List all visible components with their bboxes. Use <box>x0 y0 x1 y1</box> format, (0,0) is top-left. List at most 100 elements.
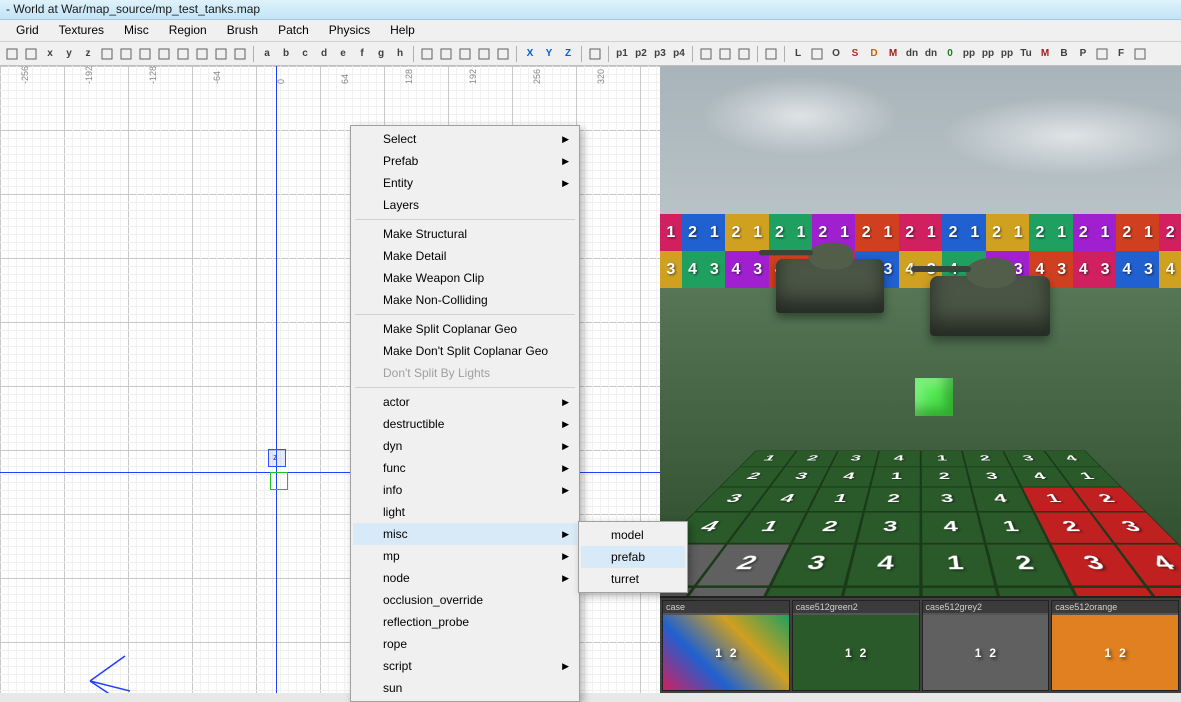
tool-cycle[interactable] <box>174 45 192 63</box>
tool-rot[interactable] <box>136 45 154 63</box>
ctx-make-structural[interactable]: Make Structural <box>353 223 577 245</box>
ctx-make-split-coplanar-geo[interactable]: Make Split Coplanar Geo <box>353 318 577 340</box>
tool-x[interactable]: x <box>41 45 59 63</box>
tool-0[interactable]: 0 <box>941 45 959 63</box>
tool-dn[interactable]: dn <box>903 45 921 63</box>
subctx-turret[interactable]: turret <box>581 568 685 590</box>
ctx-select[interactable]: Select▶ <box>353 128 577 150</box>
tool-e[interactable]: e <box>334 45 352 63</box>
ctx-make-detail[interactable]: Make Detail <box>353 245 577 267</box>
tool-brk[interactable] <box>808 45 826 63</box>
ctx-node[interactable]: node▶ <box>353 567 577 589</box>
ctx-occlusion-override[interactable]: occlusion_override <box>353 589 577 611</box>
tool-open[interactable] <box>3 45 21 63</box>
tool-p4[interactable]: p4 <box>670 45 688 63</box>
ctx-mp[interactable]: mp▶ <box>353 545 577 567</box>
tool-L[interactable]: L <box>789 45 807 63</box>
tool-h[interactable]: h <box>391 45 409 63</box>
tool-Z[interactable]: Z <box>559 45 577 63</box>
tool-sel3[interactable] <box>456 45 474 63</box>
ctx-destructible[interactable]: destructible▶ <box>353 413 577 435</box>
tool-layer[interactable] <box>193 45 211 63</box>
tool-M[interactable]: M <box>884 45 902 63</box>
tool-grid[interactable] <box>735 45 753 63</box>
ctx-reflection-probe[interactable]: reflection_probe <box>353 611 577 633</box>
tool-hollow[interactable] <box>231 45 249 63</box>
tool-dn[interactable]: dn <box>922 45 940 63</box>
tool-X[interactable]: X <box>521 45 539 63</box>
subctx-model[interactable]: model <box>581 524 685 546</box>
ctx-make-weapon-clip[interactable]: Make Weapon Clip <box>353 267 577 289</box>
tool-rot[interactable] <box>155 45 173 63</box>
ctx-entity[interactable]: Entity▶ <box>353 172 577 194</box>
tool-sel4[interactable] <box>475 45 493 63</box>
tool-b[interactable]: b <box>277 45 295 63</box>
ctx-dyn[interactable]: dyn▶ <box>353 435 577 457</box>
tool-z[interactable]: z <box>79 45 97 63</box>
tool-tri[interactable] <box>1131 45 1149 63</box>
ctx-info[interactable]: info▶ <box>353 479 577 501</box>
tool-p1[interactable]: p1 <box>613 45 631 63</box>
texture-case512orange[interactable]: case512orange12 <box>1051 600 1179 691</box>
tool-Tu[interactable]: Tu <box>1017 45 1035 63</box>
tool-flip[interactable] <box>117 45 135 63</box>
tool-csg[interactable] <box>212 45 230 63</box>
tool-p3[interactable]: p3 <box>651 45 669 63</box>
ctx-prefab[interactable]: Prefab▶ <box>353 150 577 172</box>
ctx-rope[interactable]: rope <box>353 633 577 655</box>
texture-case512grey2[interactable]: case512grey212 <box>922 600 1050 691</box>
subctx-prefab[interactable]: prefab <box>581 546 685 568</box>
entity-marker[interactable] <box>270 472 288 490</box>
tool-save[interactable] <box>22 45 40 63</box>
ctx-misc[interactable]: misc▶ <box>353 523 577 545</box>
texture-case512green2[interactable]: case512green212 <box>792 600 920 691</box>
tool-M[interactable]: M <box>1036 45 1054 63</box>
menu-misc[interactable]: Misc <box>114 20 159 41</box>
tool-d[interactable]: d <box>315 45 333 63</box>
ctx-make-don-t-split-coplanar-geo[interactable]: Make Don't Split Coplanar Geo <box>353 340 577 362</box>
menu-brush[interactable]: Brush <box>217 20 268 41</box>
menu-region[interactable]: Region <box>159 20 217 41</box>
menu-patch[interactable]: Patch <box>268 20 319 41</box>
tool-c[interactable]: c <box>296 45 314 63</box>
3d-viewport[interactable]: 1234123412341234123412341234123412341234… <box>660 66 1181 596</box>
texture-browser[interactable]: case12case512green212case512grey212case5… <box>660 596 1181 693</box>
tool-P[interactable]: P <box>1074 45 1092 63</box>
tool-lock[interactable] <box>697 45 715 63</box>
selected-brush[interactable]: z <box>268 449 286 467</box>
tool-pp[interactable]: pp <box>979 45 997 63</box>
tool-F[interactable]: F <box>1112 45 1130 63</box>
ctx-func[interactable]: func▶ <box>353 457 577 479</box>
tool-O[interactable]: O <box>827 45 845 63</box>
tool-cube[interactable] <box>586 45 604 63</box>
menu-physics[interactable]: Physics <box>319 20 380 41</box>
tool-align[interactable] <box>716 45 734 63</box>
tool-g[interactable]: g <box>372 45 390 63</box>
tool-sel2[interactable] <box>437 45 455 63</box>
menu-textures[interactable]: Textures <box>49 20 114 41</box>
tool-B[interactable]: B <box>1055 45 1073 63</box>
ctx-actor[interactable]: actor▶ <box>353 391 577 413</box>
ctx-script[interactable]: script▶ <box>353 655 577 677</box>
tool-sel5[interactable] <box>494 45 512 63</box>
tool-pp[interactable]: pp <box>998 45 1016 63</box>
tool-pp[interactable]: pp <box>960 45 978 63</box>
ctx-light[interactable]: light <box>353 501 577 523</box>
ctx-layers[interactable]: Layers <box>353 194 577 216</box>
ctx-make-non-colliding[interactable]: Make Non-Colliding <box>353 289 577 311</box>
tool-D[interactable]: D <box>865 45 883 63</box>
tool-S[interactable]: S <box>846 45 864 63</box>
tool-y[interactable]: y <box>60 45 78 63</box>
tool-a[interactable]: a <box>258 45 276 63</box>
tool-f[interactable]: f <box>353 45 371 63</box>
tool-lamp[interactable] <box>1093 45 1111 63</box>
tool-sel1[interactable] <box>418 45 436 63</box>
tool-Y[interactable]: Y <box>540 45 558 63</box>
tool-eye[interactable] <box>762 45 780 63</box>
tool-p2[interactable]: p2 <box>632 45 650 63</box>
selection-cube[interactable] <box>915 378 953 416</box>
ctx-sun[interactable]: sun <box>353 677 577 699</box>
menu-help[interactable]: Help <box>380 20 425 41</box>
texture-case[interactable]: case12 <box>662 600 790 691</box>
tool-flip[interactable] <box>98 45 116 63</box>
